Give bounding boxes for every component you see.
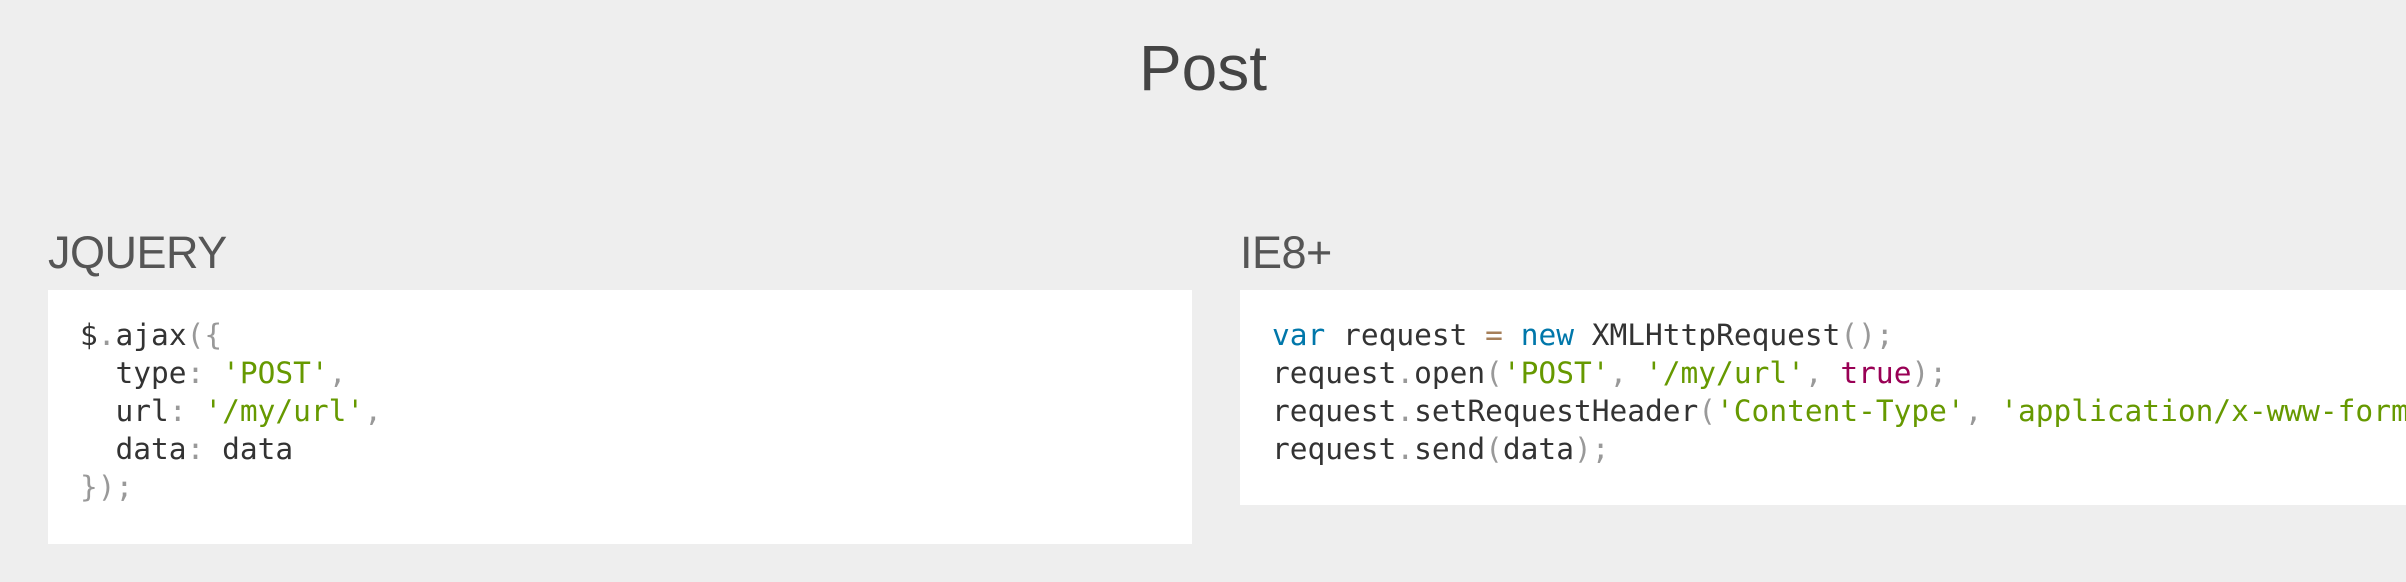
code-line: request.open('POST', '/my/url', true);	[1272, 356, 1947, 390]
code-token: type	[80, 356, 187, 390]
code-line: });	[80, 470, 133, 504]
code-token: var	[1272, 318, 1326, 352]
code-token: $	[80, 318, 98, 352]
code-token: =	[1485, 318, 1503, 352]
jquery-heading: JQUERY	[48, 227, 227, 278]
code-token: '/my/url'	[1645, 356, 1805, 390]
code-token: setRequestHeader	[1414, 394, 1699, 428]
code-line: url: '/my/url',	[80, 394, 382, 428]
code-line: data: data	[80, 432, 294, 466]
code-token: request	[1272, 394, 1397, 428]
code-token: data	[222, 432, 294, 466]
code-token: ,	[328, 356, 347, 390]
code-token: url	[80, 394, 169, 428]
code-token: });	[80, 470, 134, 504]
code-token: (	[1485, 356, 1503, 390]
code-token: (	[1485, 432, 1503, 466]
ie8-example: IE8+ var request = new XMLHttpRequest();…	[1240, 220, 2406, 505]
code-token: :	[168, 394, 205, 428]
code-token: .	[1396, 394, 1415, 428]
code-token: data	[80, 432, 187, 466]
jquery-code-block: $.ajax({ type: 'POST', url: '/my/url', d…	[48, 290, 1192, 544]
code-token: );	[1911, 356, 1947, 390]
code-token: .	[1396, 432, 1415, 466]
code-line: var request = new XMLHttpRequest();	[1272, 318, 1894, 352]
code-token: ();	[1840, 318, 1894, 352]
code-token: request	[1272, 432, 1397, 466]
code-token: ,	[364, 394, 382, 428]
code-token: send	[1414, 432, 1486, 466]
code-token: '/my/url'	[204, 394, 365, 428]
code-line: request.send(data);	[1272, 432, 1609, 466]
code-token: new	[1520, 318, 1574, 352]
code-token: ({	[186, 318, 223, 352]
page-title: Post	[1138, 32, 1268, 104]
code-token: true	[1840, 356, 1912, 390]
ie8-heading: IE8+	[1240, 227, 1332, 278]
code-token: .	[1396, 356, 1415, 390]
code-token: ,	[1804, 356, 1841, 390]
code-line: type: 'POST',	[80, 356, 347, 390]
code-token: 'application/x-www-form-urlencoded; char…	[2000, 394, 2406, 428]
code-token: 'Content-Type'	[1716, 394, 1965, 428]
code-token: :	[186, 356, 223, 390]
code-token: request	[1325, 318, 1486, 352]
code-token: (	[1698, 394, 1717, 428]
code-token: request	[1272, 356, 1397, 390]
code-token: open	[1414, 356, 1486, 390]
jquery-example: JQUERY $.ajax({ type: 'POST', url: '/my/…	[48, 220, 1192, 544]
code-token: .	[97, 318, 116, 352]
ie8-code: var request = new XMLHttpRequest(); requ…	[1240, 290, 2406, 468]
code-line: $.ajax({	[80, 318, 222, 352]
code-line: request.setRequestHeader('Content-Type',…	[1272, 394, 2406, 428]
code-token: ajax	[115, 318, 187, 352]
code-token: XMLHttpRequest	[1573, 318, 1841, 352]
code-token: ,	[1609, 356, 1646, 390]
code-token: );	[1573, 432, 1610, 466]
ie8-code-block: var request = new XMLHttpRequest(); requ…	[1240, 290, 2406, 505]
jquery-code: $.ajax({ type: 'POST', url: '/my/url', d…	[48, 290, 1192, 506]
code-token: data	[1502, 432, 1574, 466]
code-token: :	[186, 432, 223, 466]
code-token: 'POST'	[1502, 356, 1610, 390]
code-token: ,	[1964, 394, 2001, 428]
code-token: 'POST'	[222, 356, 329, 390]
